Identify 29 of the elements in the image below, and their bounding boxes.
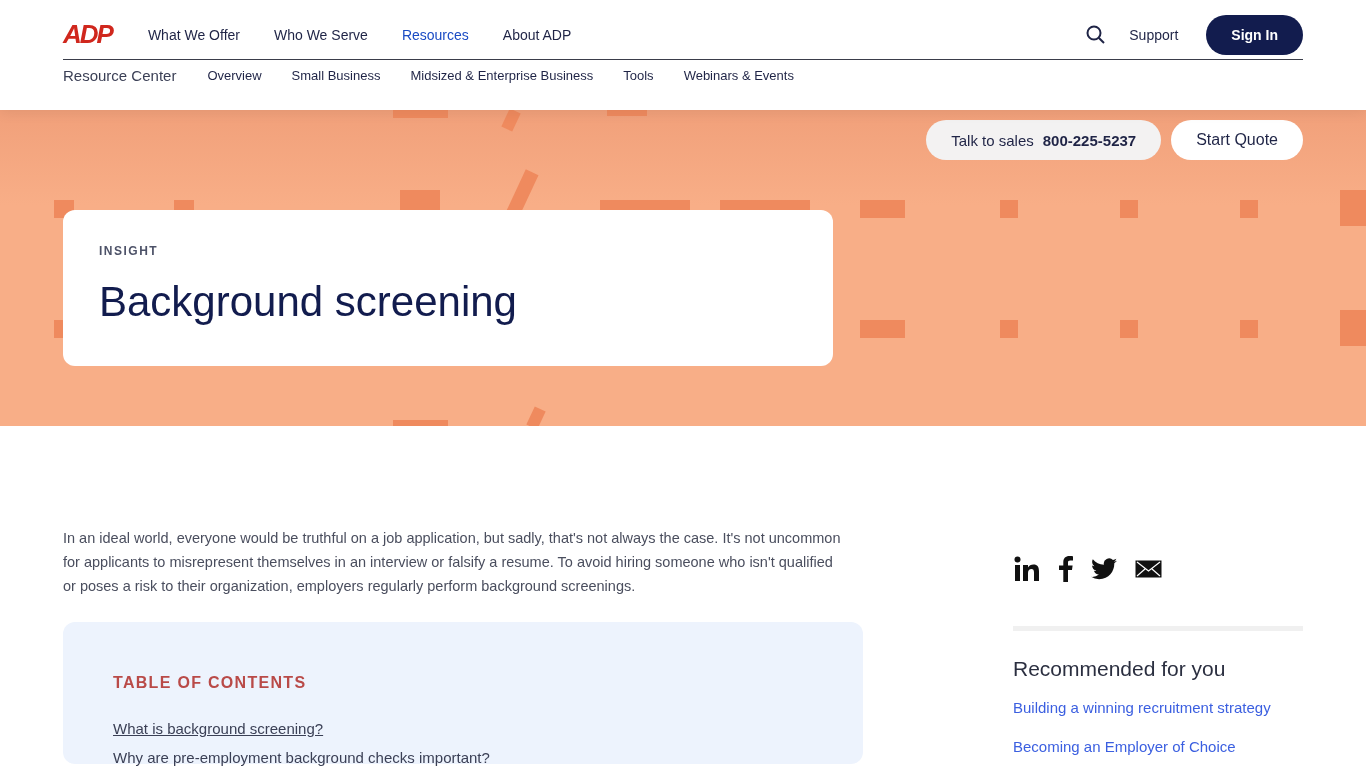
- sign-in-button[interactable]: Sign In: [1206, 14, 1303, 55]
- facebook-icon[interactable]: [1059, 556, 1073, 582]
- page-title: Background screening: [99, 278, 518, 326]
- nav-link[interactable]: Who We Serve: [274, 26, 368, 43]
- nav-link[interactable]: What We Offer: [147, 26, 240, 43]
- subnav-link[interactable]: Midsized & Enterprise Business: [410, 67, 594, 83]
- envelope-icon[interactable]: [1135, 560, 1162, 578]
- toc-link[interactable]: What is background screening?: [113, 720, 813, 737]
- eyebrow-label: INSIGHT: [99, 244, 160, 258]
- recommended-link[interactable]: Becoming an Employer of Choice: [1013, 738, 1303, 755]
- nav-link[interactable]: Resources: [401, 26, 469, 43]
- intro-paragraph: In an ideal world, everyone would be truthful on a job application, but sadly, that's not always the case. It's not uncommon for applicants to misrepresent themselves in an interview or falsify a resume. To avoid hiring someone who isn't qualified or poses a risk to their organization, employers regularly perform background screenings.: [63, 529, 842, 596]
- subnav-link[interactable]: Small Business: [291, 67, 381, 83]
- talk-to-sales-button[interactable]: Talk to sales 800-225-5237: [926, 120, 1162, 160]
- toc-title: TABLE OF CONTENTS: [113, 674, 308, 692]
- search-icon[interactable]: [1086, 25, 1106, 44]
- start-quote-button[interactable]: Start Quote: [1171, 120, 1303, 160]
- support-link[interactable]: Support: [1129, 26, 1179, 43]
- recommended-link[interactable]: Building a winning recruitment strategy: [1013, 699, 1303, 716]
- subnav-link[interactable]: Tools: [623, 67, 654, 83]
- subnav-link[interactable]: Webinars & Events: [683, 67, 794, 83]
- toc-link[interactable]: Why are pre-employment background checks important?: [113, 749, 813, 766]
- recommended-title: Recommended for you: [1013, 657, 1227, 681]
- nav-link[interactable]: About ADP: [502, 26, 572, 43]
- bird-icon[interactable]: [1091, 558, 1117, 580]
- subnav-link[interactable]: Overview: [207, 67, 262, 83]
- linkedin-icon[interactable]: [1013, 556, 1041, 582]
- section-title: Resource Center: [63, 66, 177, 84]
- logo[interactable]: ADP: [63, 19, 112, 50]
